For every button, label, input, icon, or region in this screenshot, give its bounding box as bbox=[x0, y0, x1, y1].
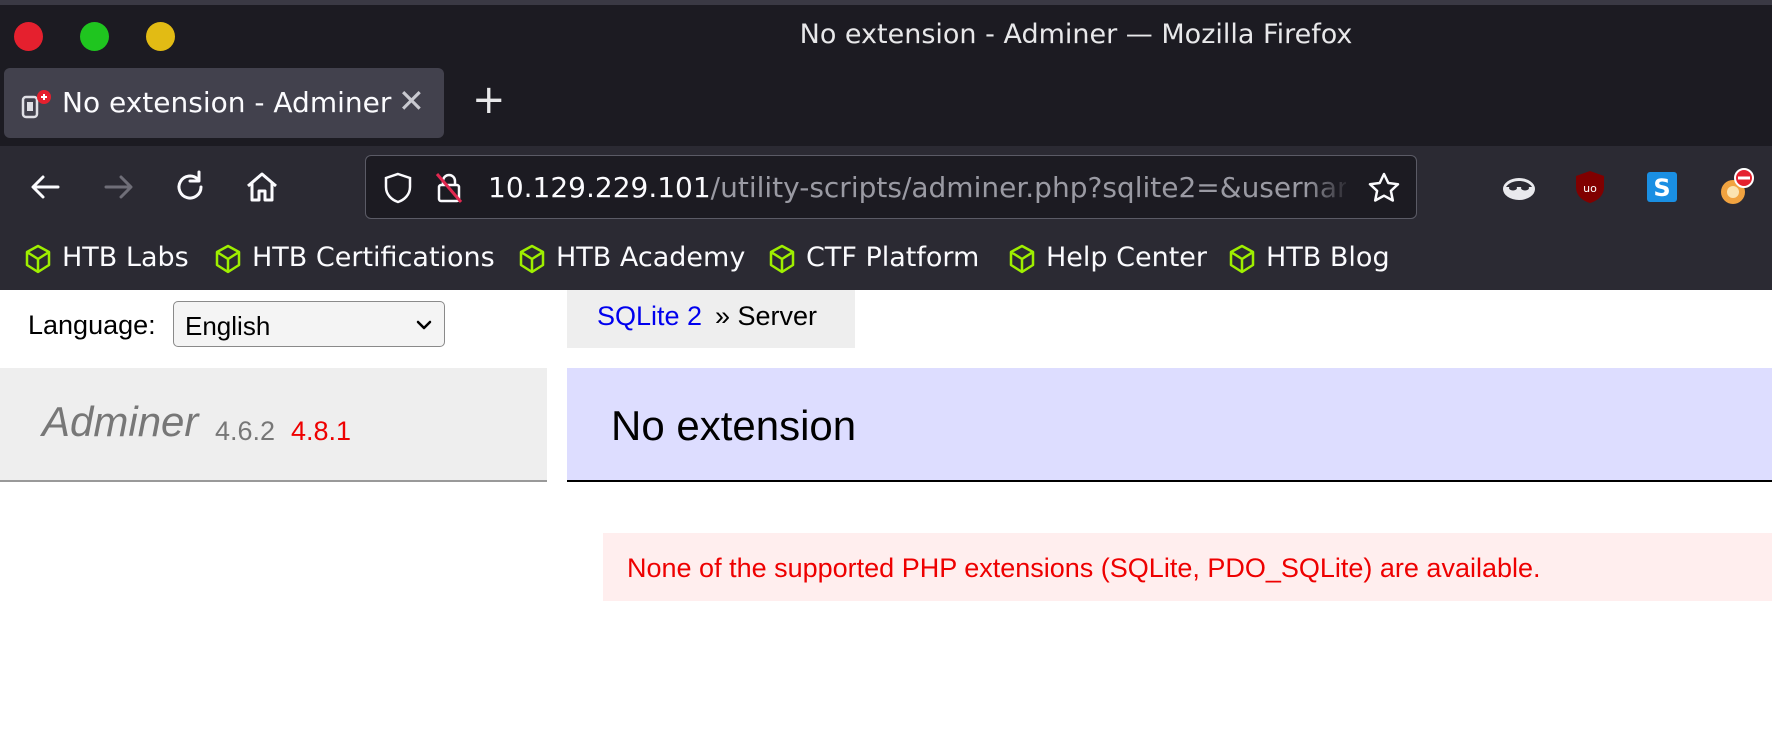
htb-cube-icon bbox=[25, 244, 51, 274]
bookmarks-toolbar: HTB Labs HTB Certifications HTB Academy … bbox=[0, 228, 1772, 290]
breadcrumb-current: » Server bbox=[715, 301, 818, 331]
bookmark-label: HTB Academy bbox=[556, 242, 746, 273]
bookmark-label: HTB Blog bbox=[1266, 242, 1390, 273]
tab-strip: No extension - Adminer ✕ + bbox=[0, 66, 1772, 146]
url-text[interactable]: 10.129.229.101/utility-scripts/adminer.p… bbox=[488, 171, 1346, 204]
adminer-version: 4.6.2 bbox=[215, 416, 276, 446]
chevron-down-icon bbox=[416, 320, 432, 330]
blocked-extension-icon[interactable] bbox=[1716, 168, 1754, 206]
breadcrumb: SQLite 2 » Server bbox=[567, 290, 855, 348]
plus-icon[interactable]: + bbox=[472, 78, 506, 122]
bookmark-label: HTB Labs bbox=[62, 242, 189, 273]
address-bar[interactable]: 10.129.229.101/utility-scripts/adminer.p… bbox=[365, 155, 1417, 219]
close-icon[interactable]: ✕ bbox=[398, 83, 425, 119]
url-host: 10.129.229.101 bbox=[488, 171, 711, 204]
shield-icon[interactable] bbox=[382, 171, 414, 205]
url-fade bbox=[1306, 156, 1352, 218]
error-message-box: None of the supported PHP extensions (SQ… bbox=[603, 533, 1772, 601]
language-select[interactable]: English bbox=[173, 301, 445, 347]
adminer-header: Adminer 4.6.2 4.8.1 bbox=[0, 368, 547, 482]
home-icon[interactable] bbox=[242, 167, 282, 207]
language-selected-value: English bbox=[185, 311, 271, 341]
htb-cube-icon bbox=[1229, 244, 1255, 274]
htb-cube-icon bbox=[1009, 244, 1035, 274]
url-path: /utility-scripts/adminer.php?sqlite2=&us… bbox=[710, 171, 1346, 204]
adminer-logo-link[interactable]: Adminer bbox=[42, 398, 198, 446]
tab-adminer[interactable]: No extension - Adminer ✕ bbox=[4, 68, 444, 138]
bookmark-label: Help Center bbox=[1046, 242, 1208, 273]
page-title-box: No extension bbox=[567, 368, 1772, 482]
window-title: No extension - Adminer — Mozilla Firefox bbox=[799, 19, 1353, 50]
breadcrumb-sqlite2-link[interactable]: SQLite 2 bbox=[597, 301, 702, 332]
navigation-toolbar: 10.129.229.101/utility-scripts/adminer.p… bbox=[0, 146, 1772, 228]
adminer-favicon-icon bbox=[21, 90, 51, 119]
forward-arrow-icon[interactable] bbox=[98, 167, 138, 207]
ublock-origin-icon[interactable]: uo bbox=[1571, 168, 1609, 206]
tab-title: No extension - Adminer bbox=[62, 86, 392, 119]
privacy-badger-icon[interactable] bbox=[1500, 168, 1538, 206]
svg-text:uo: uo bbox=[1583, 182, 1597, 195]
back-arrow-icon[interactable] bbox=[26, 167, 66, 207]
error-message: None of the supported PHP extensions (SQ… bbox=[627, 553, 1541, 583]
htb-cube-icon bbox=[519, 244, 545, 274]
page-content: Language: English SQLite 2 » Server Admi… bbox=[0, 290, 1772, 749]
reload-icon[interactable] bbox=[170, 167, 210, 207]
page-title: No extension bbox=[611, 402, 857, 449]
htb-cube-icon bbox=[215, 244, 241, 274]
adminer-new-version-link[interactable]: 4.8.1 bbox=[291, 416, 351, 447]
star-icon[interactable] bbox=[1366, 170, 1402, 206]
svg-text:S: S bbox=[1653, 174, 1670, 202]
window-title-bar: No extension - Adminer — Mozilla Firefox bbox=[0, 0, 1772, 66]
insecure-lock-icon[interactable] bbox=[434, 170, 464, 206]
bookmark-label: HTB Certifications bbox=[252, 242, 495, 273]
htb-cube-icon bbox=[769, 244, 795, 274]
bookmark-label: CTF Platform bbox=[806, 242, 980, 273]
s-extension-icon[interactable]: S bbox=[1643, 168, 1681, 206]
language-label: Language: bbox=[28, 310, 156, 340]
